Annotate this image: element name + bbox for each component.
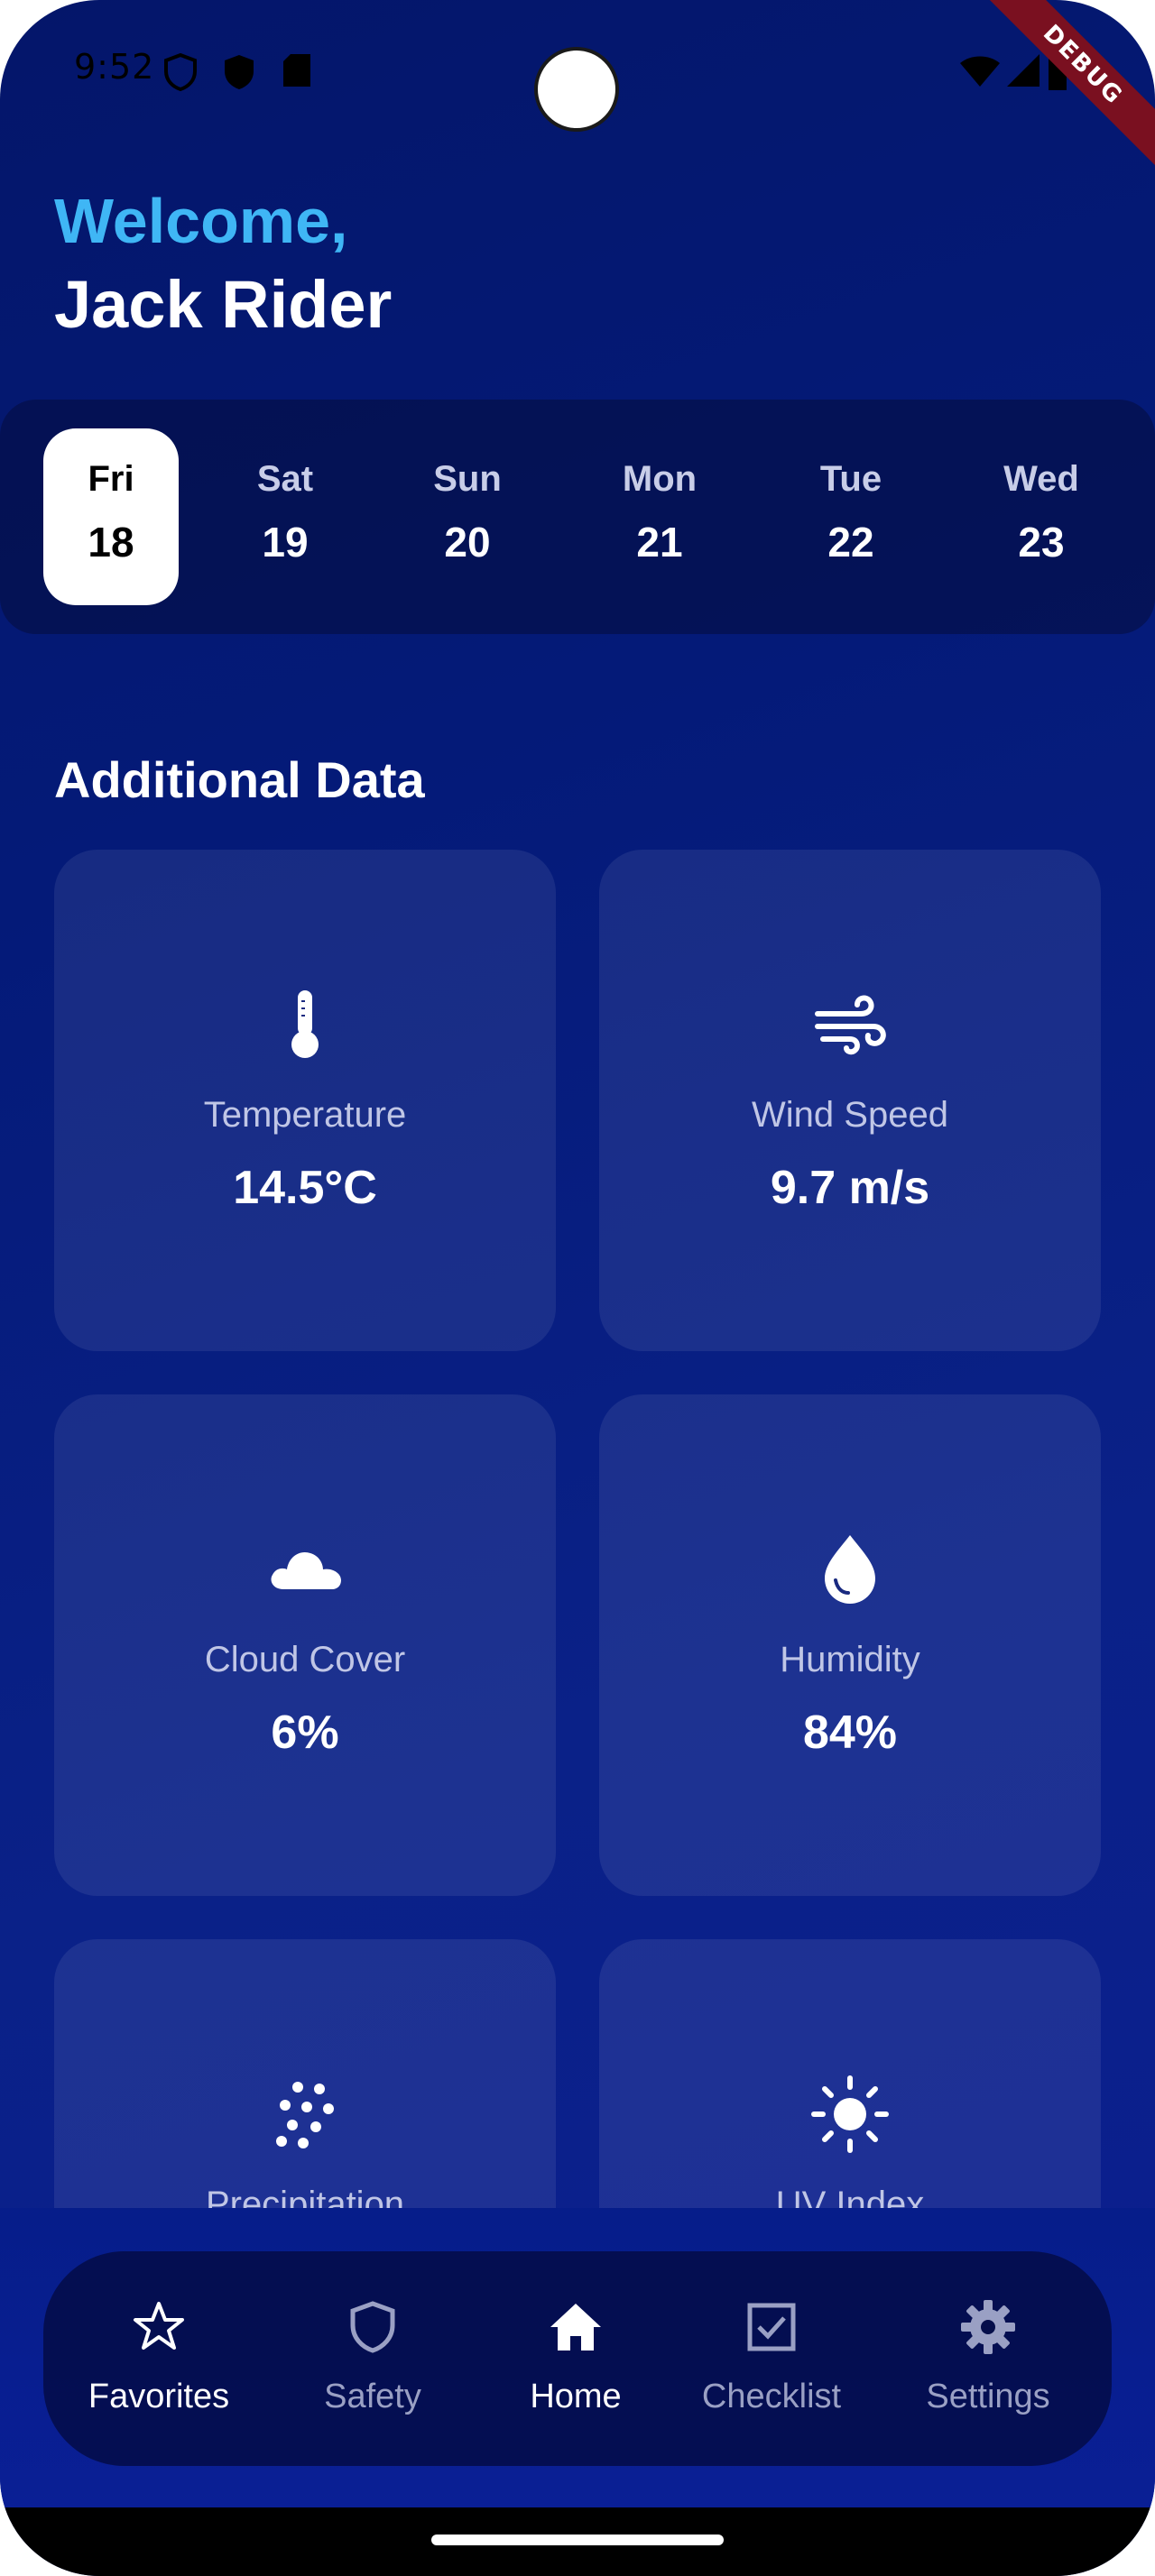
day-number: 21 bbox=[636, 519, 683, 566]
day-number: 19 bbox=[262, 519, 309, 566]
star-icon bbox=[134, 2302, 184, 2350]
card-label: Precipitation bbox=[205, 2185, 405, 2208]
shield-icon bbox=[350, 2301, 395, 2353]
sun-icon bbox=[811, 2075, 889, 2153]
nav-settings[interactable]: Settings bbox=[911, 2251, 1065, 2466]
shield-filled-icon bbox=[225, 55, 254, 89]
checkbox-icon bbox=[747, 2303, 796, 2351]
nav-label: Favorites bbox=[88, 2378, 230, 2415]
sd-card-icon bbox=[283, 54, 310, 87]
day-tue[interactable]: Tue 22 bbox=[783, 428, 919, 605]
day-mon[interactable]: Mon 21 bbox=[592, 428, 727, 605]
day-name: Sat bbox=[256, 459, 314, 499]
gear-icon bbox=[961, 2300, 1015, 2354]
card-label: Wind Speed bbox=[752, 1095, 948, 1135]
bottom-navigation: Favorites Safety Home Checklist Settings bbox=[43, 2251, 1112, 2466]
card-value: 14.5°C bbox=[233, 1162, 377, 1214]
day-name: Tue bbox=[819, 459, 882, 499]
additional-data-grid: Temperature 14.5°C Wind Speed 9.7 m/s Cl… bbox=[0, 839, 1155, 2208]
day-name: Mon bbox=[622, 459, 698, 499]
card-value: 9.7 m/s bbox=[770, 1162, 930, 1214]
day-number: 22 bbox=[827, 519, 874, 566]
nav-label: Home bbox=[530, 2378, 622, 2415]
cloud-icon bbox=[271, 1551, 341, 1589]
cloud-cover-card[interactable]: Cloud Cover 6% bbox=[54, 1394, 556, 1896]
user-name: Jack Rider bbox=[54, 267, 393, 342]
shield-outline-icon bbox=[164, 52, 197, 92]
nav-home[interactable]: Home bbox=[513, 2251, 639, 2466]
nav-label: Settings bbox=[926, 2378, 1050, 2415]
wind-speed-card[interactable]: Wind Speed 9.7 m/s bbox=[599, 850, 1101, 1351]
day-name: Sun bbox=[433, 459, 502, 499]
welcome-text: Welcome, bbox=[54, 186, 348, 256]
signal-icon bbox=[1007, 54, 1040, 87]
home-gesture-handle[interactable] bbox=[431, 2535, 724, 2545]
rain-dots-icon bbox=[276, 2082, 334, 2148]
card-label: UV Index bbox=[775, 2185, 925, 2208]
card-label: Cloud Cover bbox=[204, 1640, 406, 1679]
water-drop-icon bbox=[825, 1535, 875, 1604]
temperature-card[interactable]: Temperature 14.5°C bbox=[54, 850, 556, 1351]
section-title: Additional Data bbox=[54, 751, 425, 808]
nav-checklist[interactable]: Checklist bbox=[695, 2251, 848, 2466]
day-fri[interactable]: Fri 18 bbox=[43, 428, 179, 605]
day-number: 23 bbox=[1018, 519, 1065, 566]
humidity-card[interactable]: Humidity 84% bbox=[599, 1394, 1101, 1896]
wind-icon bbox=[815, 995, 886, 1055]
day-selector: Fri 18 Sat 19 Sun 20 Mon 21 Tue 22 Wed 2… bbox=[0, 400, 1155, 634]
day-name: Wed bbox=[1003, 459, 1079, 499]
day-sun[interactable]: Sun 20 bbox=[400, 428, 535, 605]
home-icon bbox=[550, 2304, 601, 2351]
nav-label: Safety bbox=[324, 2378, 421, 2415]
day-sat[interactable]: Sat 19 bbox=[217, 428, 353, 605]
nav-label: Checklist bbox=[701, 2378, 842, 2415]
precipitation-card[interactable]: Precipitation bbox=[54, 1939, 556, 2208]
card-label: Humidity bbox=[780, 1640, 920, 1679]
day-number: 20 bbox=[444, 519, 491, 566]
app-screen: 9:52 DEBUG Welcome, Jack Rider Fri 18 Sa… bbox=[0, 0, 1155, 2576]
wifi-icon bbox=[960, 56, 1000, 87]
status-time: 9:52 bbox=[74, 47, 155, 87]
camera-cutout bbox=[534, 47, 619, 132]
day-wed[interactable]: Wed 23 bbox=[974, 428, 1109, 605]
card-value: 84% bbox=[802, 1707, 898, 1759]
day-number: 18 bbox=[88, 519, 134, 566]
thermometer-icon bbox=[291, 990, 319, 1058]
card-value: 6% bbox=[271, 1707, 339, 1759]
day-name: Fri bbox=[88, 459, 134, 499]
nav-safety[interactable]: Safety bbox=[314, 2251, 431, 2466]
nav-favorites[interactable]: Favorites bbox=[79, 2251, 238, 2466]
card-label: Temperature bbox=[203, 1095, 407, 1135]
uv-index-card[interactable]: UV Index bbox=[599, 1939, 1101, 2208]
